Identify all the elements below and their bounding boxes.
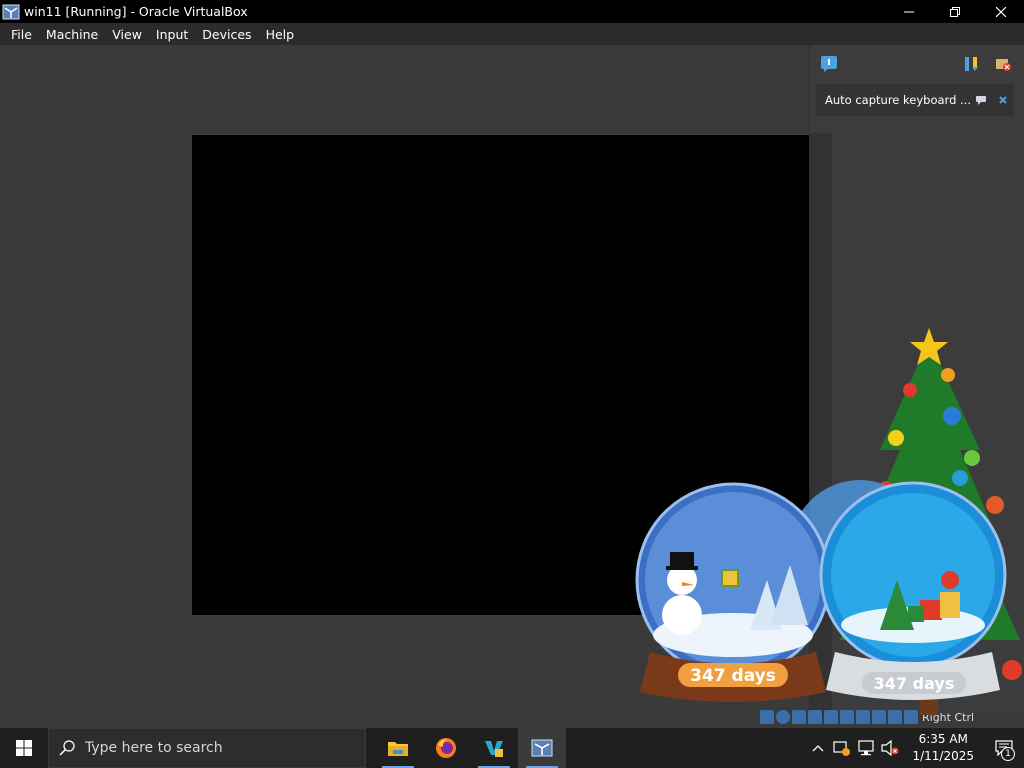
- menu-help[interactable]: Help: [259, 27, 302, 42]
- christmas-countdown-widget: 347 days 347 days: [635, 328, 1022, 715]
- clear-all-icon: [996, 59, 1011, 71]
- virtualbox-icon: [2, 4, 20, 19]
- countdown-label-left: 347 days: [690, 666, 776, 686]
- taskbar-clock[interactable]: 6:35 AM 1/11/2025: [902, 731, 984, 765]
- notification-message: Auto capture keyboard ...: [825, 93, 970, 107]
- countdown-label-right: 347 days: [874, 674, 955, 693]
- close-button[interactable]: [978, 0, 1024, 23]
- menu-machine[interactable]: Machine: [39, 27, 105, 42]
- menu-devices[interactable]: Devices: [195, 27, 258, 42]
- action-center-button[interactable]: 1: [984, 728, 1024, 768]
- sort-button[interactable]: [961, 53, 983, 75]
- restore-button[interactable]: [932, 0, 978, 23]
- volume-muted-icon: [881, 740, 899, 756]
- search-placeholder: Type here to search: [85, 740, 223, 756]
- volume-button[interactable]: [878, 728, 902, 768]
- sort-icon: [965, 57, 978, 71]
- notification-help-button[interactable]: [970, 89, 992, 111]
- network-button[interactable]: [854, 728, 878, 768]
- tray-alert-button[interactable]: [830, 728, 854, 768]
- notification-close-button[interactable]: [992, 89, 1014, 111]
- taskbar-vs[interactable]: [470, 728, 518, 768]
- notification-count-badge: 1: [1001, 747, 1015, 761]
- chevron-up-icon: [813, 745, 824, 752]
- close-icon: [999, 96, 1007, 104]
- menu-file[interactable]: File: [4, 27, 39, 42]
- start-button[interactable]: [0, 728, 48, 768]
- window-titlebar: win11 [Running] - Oracle VirtualBox: [0, 0, 1024, 23]
- minimize-button[interactable]: [886, 0, 932, 23]
- clear-all-button[interactable]: [992, 53, 1014, 75]
- network-icon: [858, 740, 875, 756]
- minimize-icon: [904, 11, 914, 12]
- security-alert-icon: [833, 741, 851, 756]
- menu-bar: File Machine View Input Devices Help: [0, 23, 1024, 45]
- taskbar: Type here to search 6:35 AM 1/11/2025 1: [0, 728, 1024, 768]
- firefox-icon: [436, 738, 456, 758]
- restore-icon: [950, 6, 960, 17]
- notification-item: Auto capture keyboard ...: [816, 84, 1014, 116]
- snowman-globe: 347 days: [635, 482, 831, 702]
- virtualbox-icon: [531, 739, 553, 757]
- notification-center-icon: [821, 56, 837, 72]
- window-title: win11 [Running] - Oracle VirtualBox: [24, 4, 248, 19]
- taskbar-firefox[interactable]: [422, 728, 470, 768]
- notification-center-toggle-button[interactable]: [818, 53, 840, 75]
- clock-date: 1/11/2025: [912, 749, 974, 763]
- gifts-globe: 347 days: [819, 481, 1007, 700]
- show-hidden-icons-button[interactable]: [806, 728, 830, 768]
- vs-icon: [485, 741, 503, 757]
- search-icon: [59, 740, 75, 756]
- menu-input[interactable]: Input: [149, 27, 195, 42]
- taskbar-file-explorer[interactable]: [374, 728, 422, 768]
- close-icon: [996, 6, 1006, 17]
- speech-bubble-icon: [976, 96, 986, 105]
- taskbar-virtualbox[interactable]: [518, 728, 566, 768]
- system-tray: 6:35 AM 1/11/2025 1: [806, 728, 1024, 768]
- menu-view[interactable]: View: [105, 27, 149, 42]
- windows-logo-icon: [16, 740, 32, 756]
- clock-time: 6:35 AM: [918, 732, 968, 746]
- file-explorer-icon: [388, 742, 408, 756]
- taskbar-search-box[interactable]: Type here to search: [48, 728, 366, 768]
